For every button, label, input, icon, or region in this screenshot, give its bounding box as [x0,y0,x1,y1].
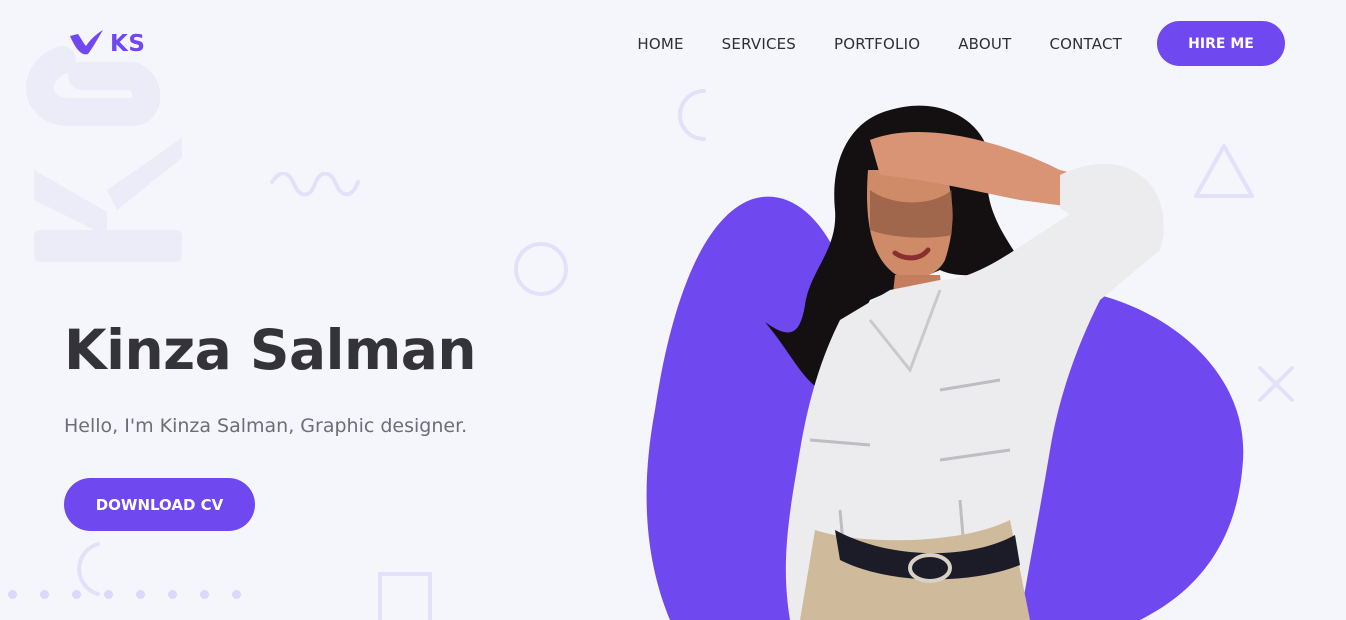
hero-title: Kinza Salman [64,318,477,382]
site-logo[interactable]: KS [68,30,145,58]
nav-item-portfolio[interactable]: PORTFOLIO [834,35,920,53]
hero-subtitle: Hello, I'm Kinza Salman, Graphic designe… [64,415,468,437]
nav-item-services[interactable]: SERVICES [722,35,796,53]
circle-decoration [514,242,568,296]
squiggle-decoration [270,172,360,197]
woman-illustration [646,105,1244,620]
nav-item-contact[interactable]: CONTACT [1049,35,1122,53]
square-decoration [378,572,432,620]
ks-watermark [22,40,212,280]
nav-item-home[interactable]: HOME [637,35,683,53]
hero-section: KS HOME SERVICES PORTFOLIO ABOUT CONTACT… [0,0,1346,620]
nav-item-about[interactable]: ABOUT [958,35,1011,53]
dots-decoration [8,590,241,599]
download-cv-button[interactable]: DOWNLOAD CV [64,478,255,531]
main-nav: HOME SERVICES PORTFOLIO ABOUT CONTACT HI… [637,21,1285,66]
hire-me-button[interactable]: HIRE ME [1157,21,1285,66]
logo-text: KS [110,31,146,57]
cross-decoration [1258,366,1294,402]
bird-check-icon [70,30,103,55]
